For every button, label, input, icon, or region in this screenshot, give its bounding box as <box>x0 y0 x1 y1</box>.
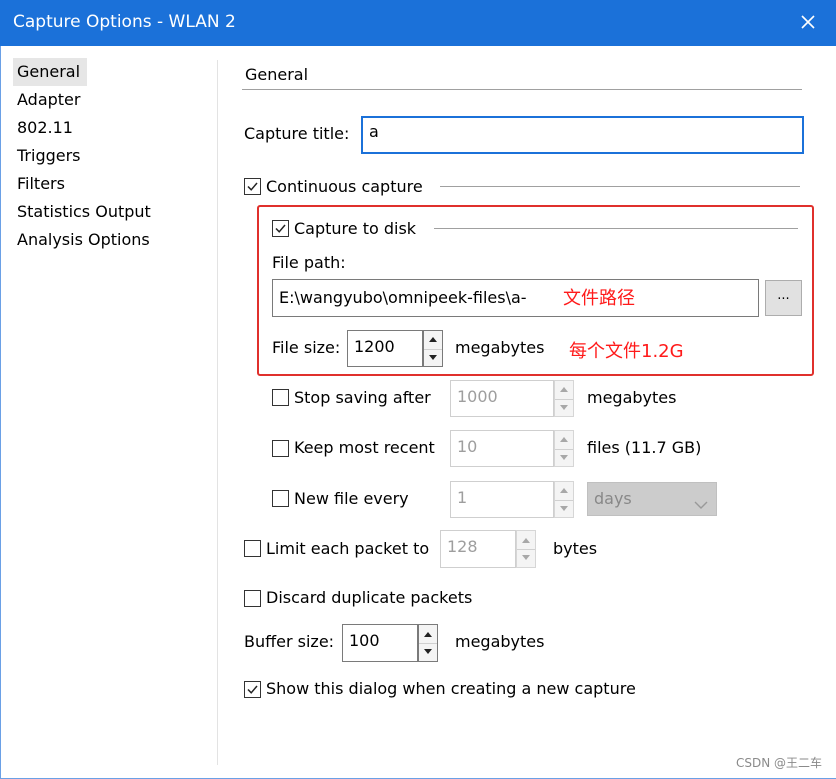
stop-saving-unit: megabytes <box>587 388 677 407</box>
sidebar: General Adapter 802.11 Triggers Filters … <box>13 58 213 254</box>
new-file-every-checkbox[interactable] <box>272 490 289 507</box>
file-size-unit: megabytes <box>455 338 545 357</box>
stop-saving-value: 1000 <box>457 387 498 406</box>
capture-to-disk-label: Capture to disk <box>294 219 417 238</box>
sidebar-item-triggers[interactable]: Triggers <box>13 142 213 170</box>
sidebar-item-adapter[interactable]: Adapter <box>13 86 213 114</box>
spin-down-icon[interactable] <box>555 399 573 417</box>
spin-up-icon[interactable] <box>555 381 573 400</box>
capture-title-input[interactable]: a <box>361 116 804 154</box>
capture-title-value: a <box>369 122 379 141</box>
new-file-every-label: New file every <box>294 489 409 508</box>
file-size-annotation: 每个文件1.2G <box>569 341 684 362</box>
show-dialog-label: Show this dialog when creating a new cap… <box>266 679 636 698</box>
sidebar-item-80211[interactable]: 802.11 <box>13 114 213 142</box>
file-size-label: File size: <box>272 338 341 357</box>
discard-duplicates-label: Discard duplicate packets <box>266 588 473 607</box>
spin-up-icon[interactable] <box>555 431 573 450</box>
file-path-input[interactable]: E:\wangyubo\omnipeek-files\a- <box>272 279 759 317</box>
keep-most-recent-checkbox[interactable] <box>272 440 289 457</box>
sidebar-item-analysis-options[interactable]: Analysis Options <box>13 226 213 254</box>
show-dialog-checkbox[interactable] <box>244 681 261 698</box>
spin-up-icon[interactable] <box>424 331 442 350</box>
chevron-down-icon <box>694 495 708 514</box>
continuous-capture-divider <box>440 186 800 187</box>
spin-up-icon[interactable] <box>555 482 573 501</box>
file-path-value: E:\wangyubo\omnipeek-files\a- <box>279 288 527 307</box>
spin-down-icon[interactable] <box>517 549 535 567</box>
close-icon[interactable] <box>796 10 820 34</box>
window-title: Capture Options - WLAN 2 <box>13 12 236 32</box>
spin-down-icon[interactable] <box>555 500 573 518</box>
buffer-size-unit: megabytes <box>455 632 545 651</box>
limit-packet-stepper[interactable] <box>516 530 536 568</box>
buffer-size-value: 100 <box>349 631 380 650</box>
discard-duplicates-checkbox[interactable] <box>244 590 261 607</box>
limit-packet-label: Limit each packet to <box>266 539 430 558</box>
spin-down-icon[interactable] <box>424 349 442 367</box>
keep-most-recent-input[interactable]: 10 <box>450 430 554 467</box>
spin-up-icon[interactable] <box>517 531 535 550</box>
limit-packet-input[interactable]: 128 <box>440 530 516 568</box>
title-bar: Capture Options - WLAN 2 <box>0 0 836 46</box>
stop-saving-label: Stop saving after <box>294 388 431 407</box>
spin-down-icon[interactable] <box>555 449 573 467</box>
keep-most-recent-stepper[interactable] <box>554 430 574 467</box>
spin-down-icon[interactable] <box>419 643 437 661</box>
continuous-capture-checkbox[interactable] <box>244 178 261 195</box>
capture-to-disk-divider <box>434 228 798 229</box>
section-divider <box>242 89 802 90</box>
new-file-every-stepper[interactable] <box>554 481 574 518</box>
watermark: CSDN @王二车 <box>735 756 822 770</box>
stop-saving-stepper[interactable] <box>554 380 574 417</box>
new-file-every-input[interactable]: 1 <box>450 481 554 518</box>
sidebar-item-general[interactable]: General <box>13 58 87 86</box>
new-file-every-value: 1 <box>457 488 468 507</box>
sidebar-item-statistics-output[interactable]: Statistics Output <box>13 198 213 226</box>
spin-up-icon[interactable] <box>419 625 437 644</box>
keep-most-recent-label: Keep most recent <box>294 438 435 457</box>
sidebar-item-filters[interactable]: Filters <box>13 170 213 198</box>
section-title: General <box>245 65 309 84</box>
file-size-input[interactable]: 1200 <box>347 330 423 367</box>
file-path-label: File path: <box>272 253 346 272</box>
keep-most-recent-unit: files (11.7 GB) <box>587 438 702 457</box>
buffer-size-label: Buffer size: <box>244 632 335 651</box>
buffer-size-input[interactable]: 100 <box>342 624 418 662</box>
file-size-stepper[interactable] <box>423 330 443 367</box>
stop-saving-checkbox[interactable] <box>272 389 289 406</box>
file-size-value: 1200 <box>354 337 395 356</box>
stop-saving-input[interactable]: 1000 <box>450 380 554 417</box>
browse-button[interactable]: ... <box>765 280 802 316</box>
new-file-unit-value: days <box>594 489 632 508</box>
file-path-annotation: 文件路径 <box>563 288 635 309</box>
new-file-unit-dropdown[interactable]: days <box>587 482 717 516</box>
limit-packet-value: 128 <box>447 537 478 556</box>
continuous-capture-label: Continuous capture <box>266 177 423 196</box>
limit-packet-unit: bytes <box>553 539 598 558</box>
keep-most-recent-value: 10 <box>457 437 478 456</box>
capture-to-disk-checkbox[interactable] <box>272 220 289 237</box>
sidebar-divider <box>217 60 218 765</box>
capture-title-label: Capture title: <box>244 124 350 143</box>
limit-packet-checkbox[interactable] <box>244 540 261 557</box>
buffer-size-stepper[interactable] <box>418 624 438 662</box>
